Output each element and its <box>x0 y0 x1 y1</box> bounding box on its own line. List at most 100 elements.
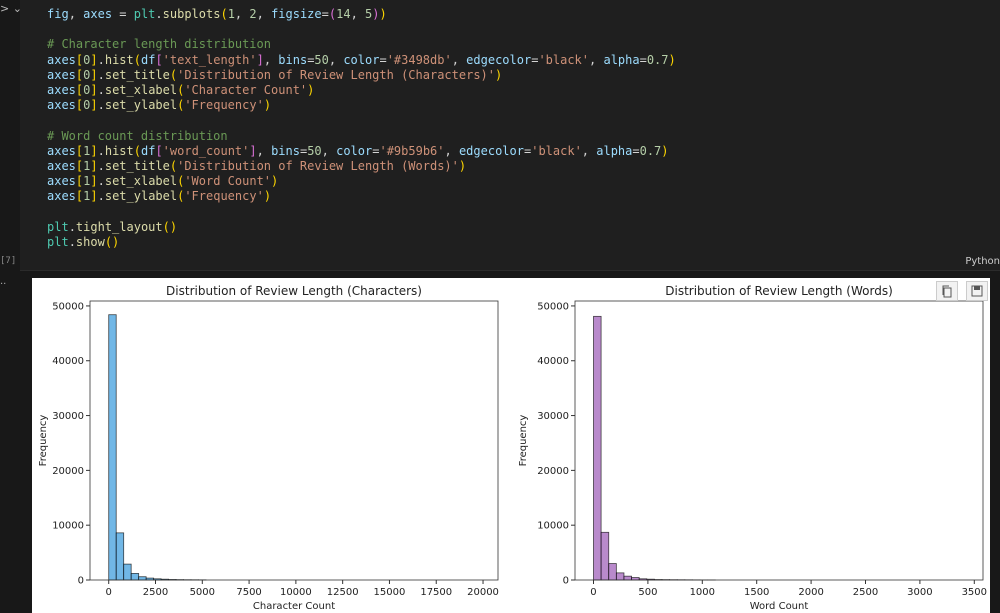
code-token: ) <box>263 98 272 113</box>
code-token: , <box>581 143 597 158</box>
save-output-button[interactable] <box>966 281 988 301</box>
code-token: set_ylabel <box>104 98 178 113</box>
code-token: , <box>256 143 272 158</box>
code-token: color <box>336 143 373 158</box>
code-token: . <box>155 7 163 21</box>
histogram-bar <box>108 314 117 581</box>
code-token: 'Distribution of Review Length (Words)' <box>177 158 459 173</box>
x-tick-label: 2500 <box>853 587 878 598</box>
code-token: [ <box>155 52 163 67</box>
code-token: set_xlabel <box>104 174 178 189</box>
code-token: = <box>632 143 640 158</box>
code-token: . <box>97 143 105 158</box>
code-token: 50 <box>314 52 329 67</box>
code-line[interactable]: axes[0].set_title('Distribution of Revie… <box>47 68 676 83</box>
code-line[interactable]: axes[1].set_ylabel('Frequency') <box>47 189 676 204</box>
histogram-bar <box>593 315 602 581</box>
save-icon <box>971 285 983 297</box>
code-token: subplots <box>162 7 221 21</box>
code-token: , <box>444 143 459 158</box>
code-token: plt <box>47 234 69 249</box>
code-token: axes <box>47 67 76 82</box>
y-tick-label: 0 <box>78 576 84 587</box>
code-token: ] <box>256 52 264 67</box>
axes-frame <box>89 300 499 581</box>
code-token: figsize <box>271 7 322 21</box>
code-token: edgecolor <box>458 143 524 158</box>
code-line[interactable] <box>47 22 676 37</box>
x-tick-label: 3500 <box>962 587 987 598</box>
code-token: set_title <box>104 67 170 82</box>
code-line[interactable]: # Character length distribution <box>47 37 676 52</box>
code-line[interactable]: axes[1].set_xlabel('Word Count') <box>47 174 676 189</box>
code-token: ] <box>90 174 98 189</box>
copy-output-button[interactable] <box>936 281 958 301</box>
code-token: 1 <box>227 7 235 21</box>
code-token: ] <box>90 67 98 82</box>
code-token: # Character length distribution <box>47 37 271 52</box>
code-line[interactable]: axes[1].hist(df['word_count'], bins=50, … <box>47 144 676 159</box>
code-token: . <box>97 174 105 189</box>
code-editor[interactable]: fig, axes = plt.subplots(1, 2, figsize=(… <box>47 7 676 250</box>
code-token: edgecolor <box>466 52 532 67</box>
code-cell[interactable]: fig, axes = plt.subplots(1, 2, figsize=(… <box>20 0 1000 271</box>
code-token: alpha <box>603 52 640 67</box>
code-token: = <box>321 7 329 21</box>
code-token: color <box>343 52 380 67</box>
code-token: ] <box>90 82 98 97</box>
code-token: 0.7 <box>639 143 662 158</box>
y-tick-label: 10000 <box>537 521 569 532</box>
code-line[interactable] <box>47 204 676 219</box>
code-line[interactable]: plt.show() <box>47 235 676 250</box>
code-token: '#9b59b6' <box>379 143 445 158</box>
code-line[interactable]: axes[0].set_ylabel('Frequency') <box>47 98 676 113</box>
code-token: axes <box>47 98 76 113</box>
code-token: ] <box>90 98 98 113</box>
code-line[interactable]: axes[0].hist(df['text_length'], bins=50,… <box>47 53 676 68</box>
x-axis-label: Character Count <box>253 601 335 612</box>
code-line[interactable]: # Word count distribution <box>47 129 676 144</box>
y-tick-label: 50000 <box>52 301 84 312</box>
code-token: axes <box>83 7 113 21</box>
code-token: hist <box>104 52 134 67</box>
code-token: ] <box>90 52 98 67</box>
code-token: ( <box>133 143 141 158</box>
code-token: ) <box>495 67 503 82</box>
run-cell-toggle[interactable]: > ⌄ <box>0 2 22 15</box>
y-tick-label: 20000 <box>537 466 569 477</box>
code-token: 'Frequency' <box>184 98 264 113</box>
y-tick-label: 10000 <box>52 521 84 532</box>
code-token: bins <box>278 52 308 67</box>
code-token: 'Distribution of Review Length (Characte… <box>177 67 495 82</box>
code-token: ) <box>661 143 669 158</box>
code-line[interactable]: axes[0].set_xlabel('Character Count') <box>47 83 676 98</box>
x-axis-label: Word Count <box>750 601 809 612</box>
code-token: plt <box>133 7 156 21</box>
code-token: () <box>104 234 120 249</box>
code-token: = <box>379 52 387 67</box>
code-line[interactable]: plt.tight_layout() <box>47 220 676 235</box>
output-actions-icon[interactable]: .. <box>0 276 6 287</box>
histogram-bar <box>608 563 617 581</box>
y-axis-label: Frequency <box>518 415 529 467</box>
histogram-bar <box>130 573 140 581</box>
code-token: , <box>451 52 467 67</box>
code-token: axes <box>47 174 76 189</box>
x-tick-label: 500 <box>638 587 657 598</box>
code-token: set_title <box>104 158 170 173</box>
code-token: ] <box>249 143 257 158</box>
cell-output: 0 2500 5000 7500 10000 12500 15000 17500 20000 0 1… <box>32 278 990 613</box>
x-tick-label: 0 <box>590 587 596 598</box>
code-token: 'black' <box>531 143 582 158</box>
code-token: ) <box>668 52 676 67</box>
code-token: 14 <box>336 7 351 21</box>
code-line[interactable]: fig, axes = plt.subplots(1, 2, figsize=(… <box>47 7 676 22</box>
code-token: hist <box>104 143 134 158</box>
code-token: 'word_count' <box>162 143 250 158</box>
code-line[interactable] <box>47 113 676 128</box>
cell-language[interactable]: Python <box>965 256 1000 267</box>
x-tick-label: 12500 <box>327 587 359 598</box>
code-line[interactable]: axes[1].set_title('Distribution of Revie… <box>47 159 676 174</box>
histogram-bar <box>615 572 625 581</box>
x-tick-label: 2500 <box>143 587 168 598</box>
